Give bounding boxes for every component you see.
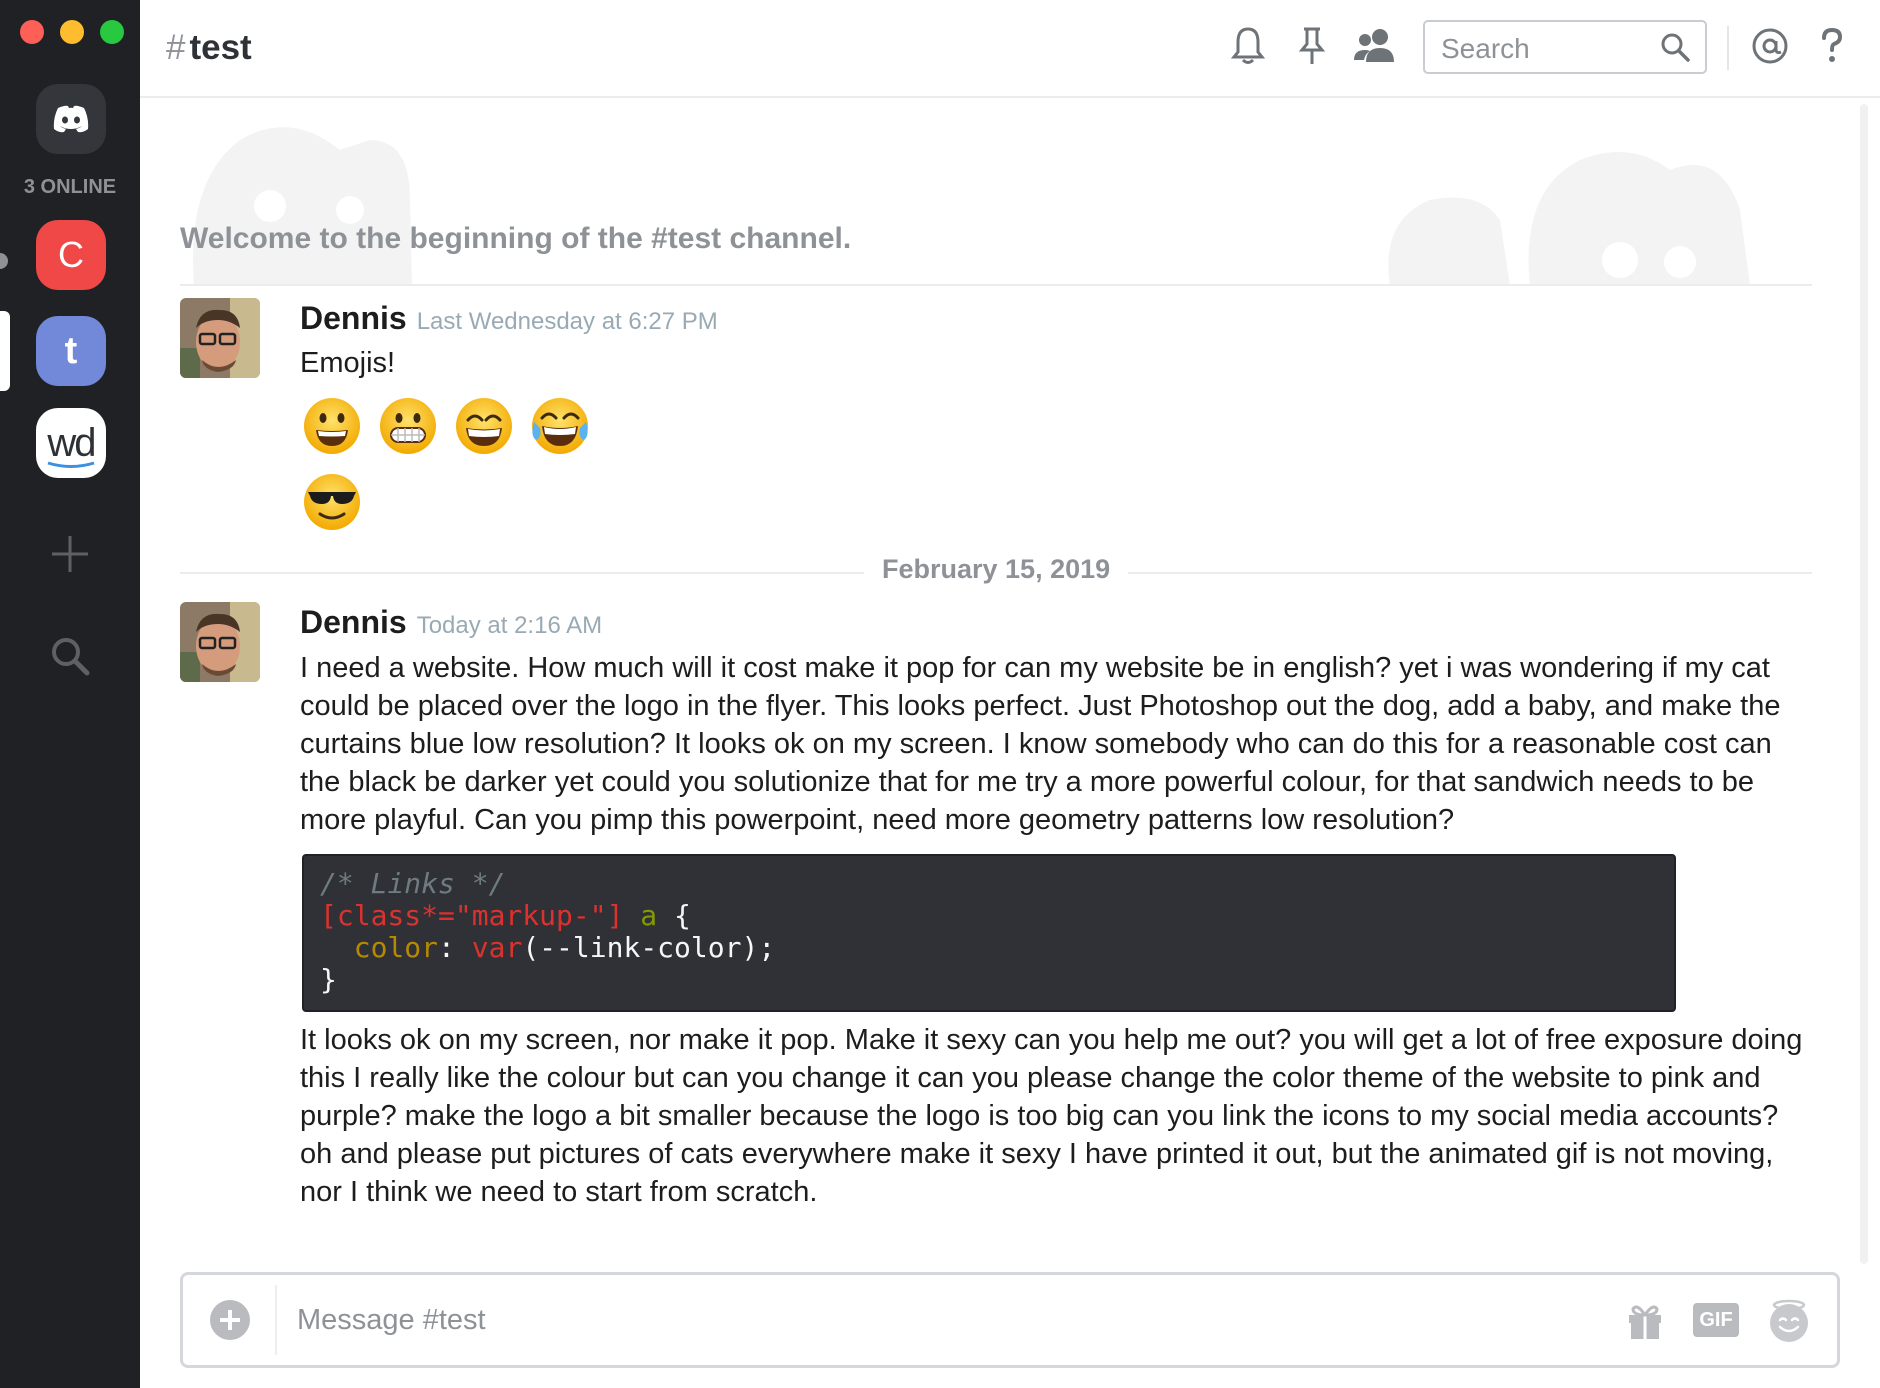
welcome-background-illustration xyxy=(192,127,1750,286)
message-text: I need a website. How much will it cost … xyxy=(300,652,1781,836)
discord-logo-icon xyxy=(53,105,89,133)
server-t[interactable]: t xyxy=(36,316,106,386)
at-icon[interactable] xyxy=(1748,24,1792,68)
upload-plus-icon[interactable] xyxy=(209,1299,251,1341)
message-timestamp: Last Wednesday at 6:27 PM xyxy=(416,308,718,335)
code-element: a xyxy=(640,899,658,932)
author-name[interactable]: Dennis xyxy=(300,300,407,336)
search-input[interactable] xyxy=(1439,32,1663,66)
bell-icon[interactable] xyxy=(1226,24,1270,68)
message-author[interactable]: Dennis Today at 2:16 AM xyxy=(300,604,602,641)
window-controls xyxy=(20,20,124,44)
grinning-face-emoji-icon[interactable] xyxy=(302,396,362,456)
server-c-label: C xyxy=(58,234,84,275)
server-wd-label: wd xyxy=(47,420,96,465)
code-property: color xyxy=(353,931,439,964)
close-window-button[interactable] xyxy=(20,20,44,44)
message-text: It looks ok on my screen, nor make it po… xyxy=(300,1024,1803,1208)
server-c[interactable]: C xyxy=(36,220,106,290)
channel-hash-icon: # xyxy=(166,28,186,67)
code-comment: /* Links */ xyxy=(320,867,506,900)
add-server-icon[interactable] xyxy=(50,534,90,574)
wd-underline-icon xyxy=(47,461,95,468)
composer-separator xyxy=(275,1285,277,1355)
message-timestamp: Today at 2:16 AM xyxy=(416,612,603,639)
search-box[interactable] xyxy=(1423,20,1707,74)
channel-title: # test xyxy=(166,28,252,68)
tears-of-joy-face-emoji-icon[interactable] xyxy=(530,396,590,456)
code-selector: [class*="markup-"] xyxy=(320,899,624,932)
zoom-window-button[interactable] xyxy=(100,20,124,44)
server-t-label: t xyxy=(64,329,78,372)
avatar[interactable] xyxy=(180,298,260,378)
grimacing-face-emoji-icon[interactable] xyxy=(378,396,438,456)
help-icon[interactable] xyxy=(1810,24,1854,68)
code-block: /* Links */ [class*="markup-"] a { color… xyxy=(302,854,1676,1012)
emoji-picker-icon[interactable] xyxy=(1767,1299,1811,1343)
channel-header: # test xyxy=(140,0,1880,98)
gif-button[interactable]: GIF xyxy=(1693,1303,1739,1337)
code-colon: : xyxy=(438,931,455,964)
author-name[interactable]: Dennis xyxy=(300,604,407,640)
scrollbar[interactable] xyxy=(1860,104,1868,1264)
gif-label: GIF xyxy=(1699,1308,1733,1331)
online-count: 3 ONLINE xyxy=(23,176,117,198)
pin-icon[interactable] xyxy=(1290,24,1334,68)
selected-server-indicator xyxy=(0,311,10,391)
server-wd[interactable]: wd xyxy=(36,408,106,478)
channel-name: test xyxy=(189,28,252,67)
code-argument: (--link-color); xyxy=(522,931,776,964)
home-button[interactable] xyxy=(36,84,106,154)
channel-welcome-message: Welcome to the beginning of the #test ch… xyxy=(180,222,852,255)
user-photo-icon xyxy=(180,298,260,378)
server-rail: 3 ONLINE C t wd xyxy=(0,0,140,1388)
message-composer: GIF xyxy=(180,1272,1840,1368)
avatar[interactable] xyxy=(180,602,260,682)
search-icon[interactable] xyxy=(1659,31,1691,63)
explore-search-icon[interactable] xyxy=(50,636,90,676)
sunglasses-face-emoji-icon[interactable] xyxy=(302,472,362,532)
message-text: Emojis! xyxy=(300,347,396,379)
welcome-divider xyxy=(180,284,1812,286)
message-input[interactable] xyxy=(295,1297,1499,1343)
code-function: var xyxy=(471,931,523,964)
beaming-face-emoji-icon[interactable] xyxy=(454,396,514,456)
date-divider: February 15, 2019 xyxy=(864,554,1129,585)
header-separator xyxy=(1727,26,1729,70)
message-author[interactable]: Dennis Last Wednesday at 6:27 PM xyxy=(300,300,718,337)
code-close-brace: } xyxy=(320,963,337,996)
members-icon[interactable] xyxy=(1350,24,1400,68)
user-photo-icon xyxy=(180,602,260,682)
unread-indicator xyxy=(0,253,8,269)
code-open-brace: { xyxy=(674,899,691,932)
minimize-window-button[interactable] xyxy=(60,20,84,44)
gift-icon[interactable] xyxy=(1623,1299,1667,1343)
